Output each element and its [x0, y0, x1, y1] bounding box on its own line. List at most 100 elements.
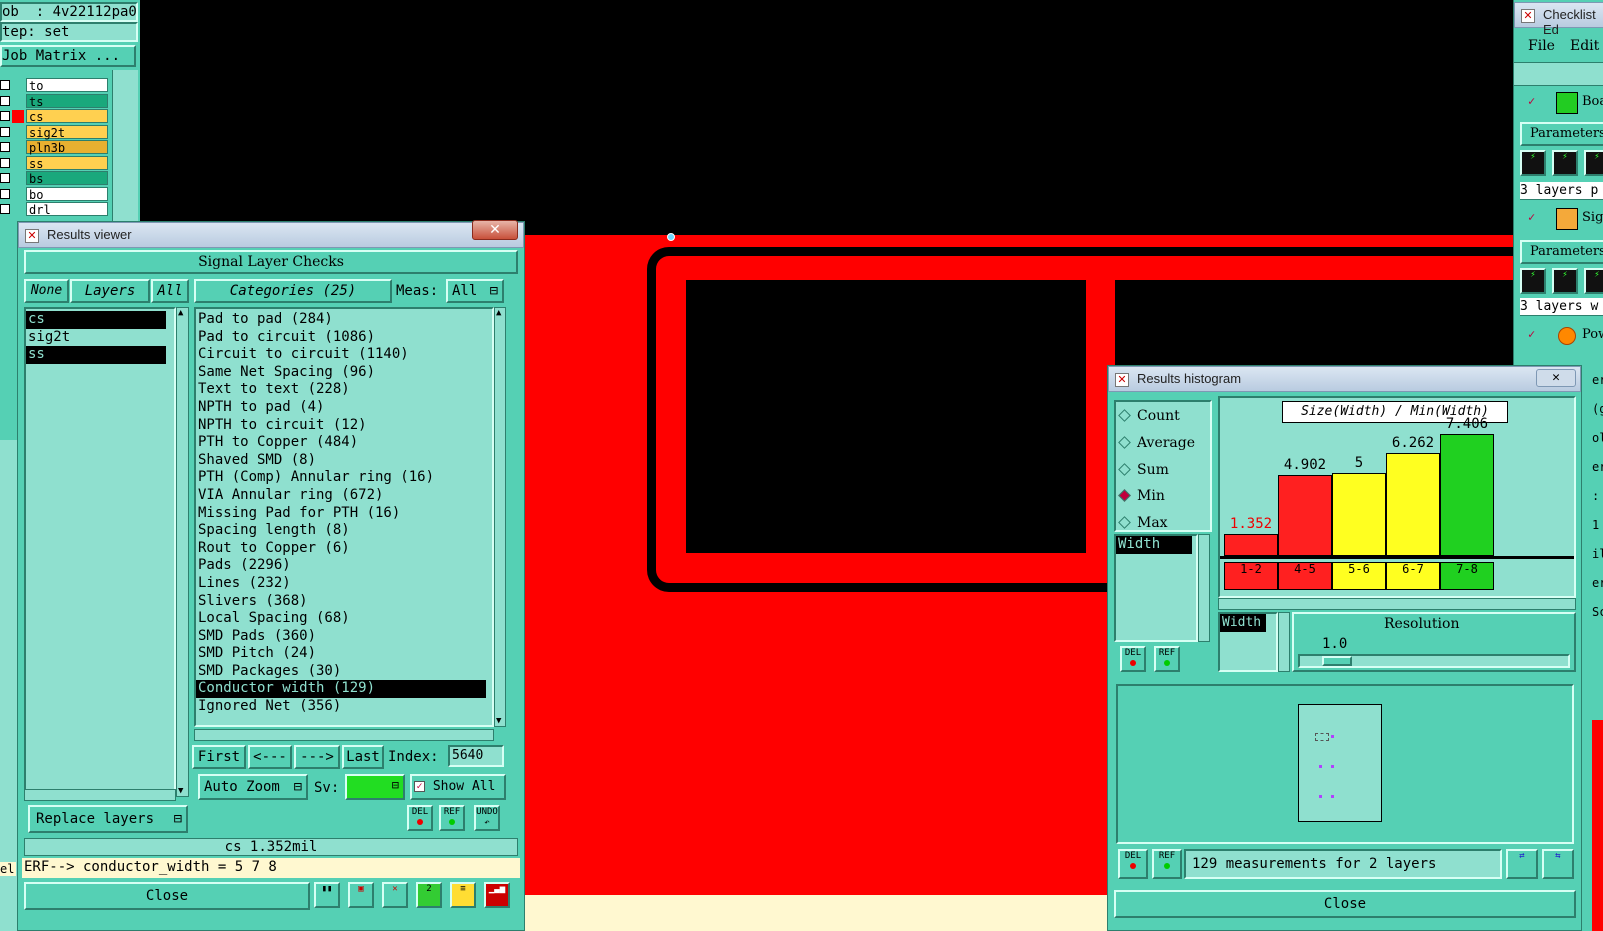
category-item[interactable]: SMD Packages (30): [196, 663, 486, 681]
report-icon[interactable]: ≡: [450, 882, 476, 908]
histogram-bar[interactable]: [1386, 453, 1440, 556]
results-viewer-titlebar[interactable]: ✕ Results viewer: [18, 222, 524, 248]
layer-name[interactable]: pln3b: [26, 140, 108, 155]
category-item[interactable]: Rout to Copper (6): [196, 540, 486, 558]
layer-name[interactable]: bs: [26, 171, 108, 186]
matrix-layer-row[interactable]: ss: [0, 155, 108, 171]
matrix-layer-row[interactable]: to: [0, 78, 108, 93]
delete-icon[interactable]: DEL: [1120, 646, 1146, 672]
layer-select-list[interactable]: cs sig2t ss: [24, 307, 176, 797]
resolution-slider[interactable]: [1298, 654, 1570, 668]
layer-name[interactable]: ss: [26, 155, 108, 171]
refresh-icon[interactable]: REF: [1154, 646, 1180, 672]
all-layers-button[interactable]: All: [151, 279, 189, 303]
histogram-bar[interactable]: [1332, 473, 1386, 556]
histogram-bar[interactable]: [1224, 534, 1278, 556]
index-input[interactable]: 5640: [448, 745, 504, 767]
checkbox-icon[interactable]: ✓: [1528, 94, 1535, 108]
mode-sum[interactable]: Sum: [1118, 462, 1169, 478]
category-item[interactable]: Missing Pad for PTH (16): [196, 505, 486, 523]
layer-checkbox-icon[interactable]: [0, 188, 10, 199]
mode-average[interactable]: Average: [1118, 435, 1195, 451]
category-item[interactable]: NPTH to circuit (12): [196, 417, 486, 435]
category-item[interactable]: PTH (Comp) Annular ring (16): [196, 469, 486, 487]
layer-checkbox-icon[interactable]: [0, 157, 10, 168]
category-item[interactable]: Pad to pad (284): [196, 311, 486, 329]
measure-list[interactable]: Width: [1114, 534, 1198, 642]
resolution-vscroll[interactable]: [1278, 612, 1290, 672]
list-icon[interactable]: ▮▮: [314, 882, 340, 908]
check-item-board[interactable]: ✓ Boa: [1520, 92, 1603, 116]
measure-list-vscroll[interactable]: [1198, 534, 1210, 642]
next-button[interactable]: --->: [294, 745, 340, 769]
delete-icon[interactable]: DEL: [407, 805, 433, 831]
meas-dropdown[interactable]: All ⊟: [446, 279, 504, 303]
layer-list-hscroll[interactable]: [24, 789, 176, 801]
check-item-signal[interactable]: ✓ Sign: [1520, 208, 1603, 232]
histogram-close-button[interactable]: Close: [1114, 890, 1576, 918]
category-item[interactable]: Circuit to circuit (1140): [196, 346, 486, 364]
run-icon[interactable]: ⚡: [1584, 150, 1603, 176]
category-item[interactable]: Spacing length (8): [196, 522, 486, 540]
category-item[interactable]: Ignored Net (356): [196, 698, 486, 716]
layer-name[interactable]: bo: [26, 186, 108, 202]
histogram-bar[interactable]: [1440, 434, 1494, 556]
menu-edit[interactable]: Edit: [1570, 38, 1599, 54]
layer-checkbox-icon[interactable]: [0, 142, 10, 152]
replace-layers-dropdown[interactable]: Replace layers ⊟: [28, 805, 188, 833]
layer-checkbox-icon[interactable]: [0, 80, 10, 90]
none-button[interactable]: None: [24, 279, 69, 303]
export-icon[interactable]: ⇄: [1506, 849, 1538, 879]
run-icon[interactable]: ⚡: [1552, 150, 1578, 176]
resolution-field-list[interactable]: Width: [1218, 612, 1278, 672]
auto-zoom-dropdown[interactable]: Auto Zoom ⊟: [198, 774, 308, 800]
category-item[interactable]: Slivers (368): [196, 593, 486, 611]
parameters-button[interactable]: Parameters: [1520, 122, 1603, 146]
refresh-icon[interactable]: REF: [439, 805, 465, 831]
run-icon[interactable]: ⚡: [1520, 268, 1546, 294]
histogram-icon[interactable]: ▁▃▅: [484, 882, 510, 908]
first-button[interactable]: First: [192, 745, 246, 769]
measure-item-width[interactable]: Width: [1116, 536, 1192, 554]
cross-out-icon[interactable]: ✕: [382, 882, 408, 908]
sv-color-dropdown[interactable]: ⊟: [345, 774, 405, 800]
checkbox-icon[interactable]: ✓: [414, 781, 425, 792]
resolution-field-item[interactable]: Width: [1220, 614, 1266, 632]
mode-count[interactable]: Count: [1118, 408, 1180, 424]
category-list-vscroll[interactable]: ▲ ▼: [494, 307, 506, 727]
undo-icon[interactable]: UNDO ↶: [474, 805, 500, 831]
check-item-power[interactable]: ✓ Pow: [1520, 325, 1603, 349]
category-item[interactable]: Lines (232): [196, 575, 486, 593]
layer-checkbox-icon[interactable]: [0, 204, 10, 214]
matrix-layer-row[interactable]: pln3b: [0, 140, 108, 155]
menu-file[interactable]: File: [1528, 38, 1555, 54]
checklist-titlebar[interactable]: ✕ Checklist Ed: [1514, 2, 1603, 37]
category-item[interactable]: VIA Annular ring (672): [196, 487, 486, 505]
category-item[interactable]: Pad to circuit (1086): [196, 329, 486, 347]
import-icon[interactable]: ⇆: [1542, 849, 1574, 879]
layer-name[interactable]: sig2t: [26, 124, 108, 140]
layer-name[interactable]: cs: [26, 109, 108, 124]
run-icon[interactable]: ⚡: [1520, 150, 1546, 176]
layer-checkbox-icon[interactable]: [0, 95, 10, 106]
matrix-layer-row[interactable]: bs: [0, 171, 108, 186]
highlight-icon[interactable]: ▣: [348, 882, 374, 908]
layer-checkbox-icon[interactable]: [0, 173, 10, 183]
layer-name[interactable]: drl: [26, 202, 108, 217]
run-icon[interactable]: ⚡: [1552, 268, 1578, 294]
matrix-layer-row[interactable]: ts: [0, 93, 108, 109]
histogram-bar[interactable]: [1278, 475, 1332, 556]
checkbox-icon[interactable]: ✓: [1528, 327, 1535, 341]
layer-name[interactable]: to: [26, 78, 108, 93]
layer-name[interactable]: ts: [26, 93, 108, 109]
run-icon[interactable]: ⚡: [1584, 268, 1603, 294]
delete-icon[interactable]: DEL: [1118, 849, 1148, 879]
layers-button[interactable]: Layers: [70, 279, 150, 303]
category-list-hscroll[interactable]: [194, 729, 494, 741]
last-button[interactable]: Last: [342, 745, 384, 769]
category-item[interactable]: Same Net Spacing (96): [196, 364, 486, 382]
layer-list-vscroll[interactable]: ▲ ▼: [176, 307, 189, 797]
layer-item-sig2t[interactable]: sig2t: [26, 329, 166, 347]
step-icon[interactable]: 2: [416, 882, 442, 908]
histogram-titlebar[interactable]: ✕ Results histogram: [1108, 366, 1581, 392]
